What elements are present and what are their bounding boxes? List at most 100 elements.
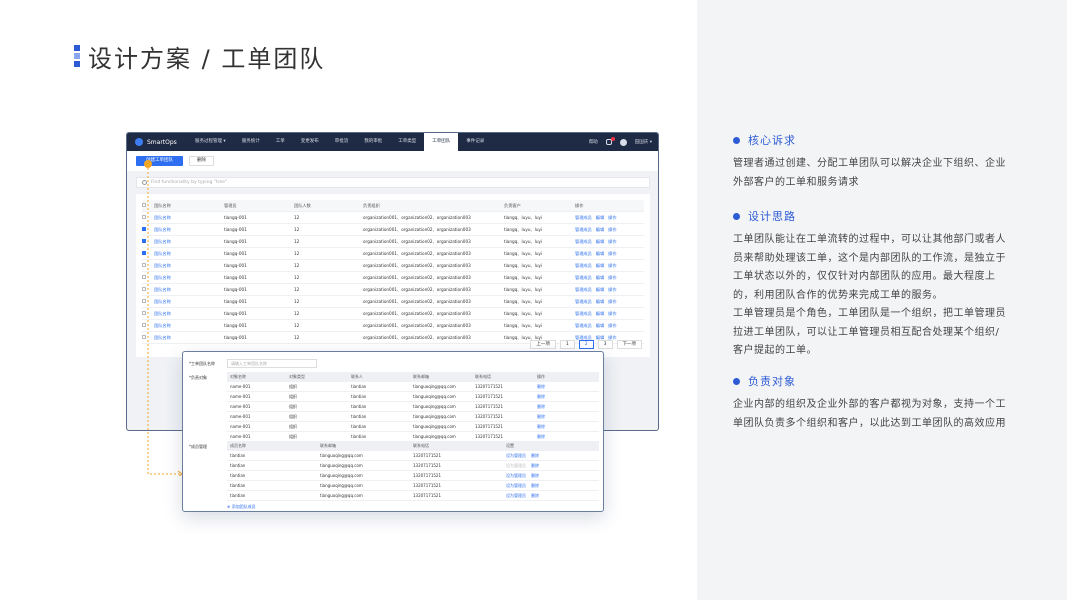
- row-action-link[interactable]: 操作: [608, 287, 616, 292]
- object-cell: name-001: [230, 394, 251, 399]
- row-action-link[interactable]: 管理成员: [575, 215, 592, 220]
- row-action-link[interactable]: 编辑: [596, 275, 604, 280]
- nav-item[interactable]: 我的审批: [356, 133, 390, 151]
- row-action-link[interactable]: 操作: [608, 335, 616, 340]
- team-detail-panel: *工单团队名称 请输入工单团队名称 *负责对象 对象名称 对象类型 联系人 联系邮箱联…: [182, 351, 604, 512]
- count-cell: 12: [294, 275, 300, 280]
- delete-link[interactable]: 删除: [537, 384, 599, 390]
- admin-cell: tiangq-001: [224, 263, 247, 268]
- orgs-cell: organization001、organization02、organizat…: [363, 334, 471, 340]
- row-action-link[interactable]: 编辑: [596, 287, 604, 292]
- object-cell: 组织: [289, 403, 297, 409]
- row-action-link[interactable]: 编辑: [596, 239, 604, 244]
- topbar: SmartOps 服务过程管理 ▾ 服务统计 工单 变更发布 审批流 我的审批 工单类型 工单…: [127, 133, 658, 151]
- nav-item[interactable]: 工单团队: [424, 133, 459, 151]
- row-action-link[interactable]: 编辑: [596, 215, 604, 220]
- section-text-line: 拉进工单团队，可以让工单管理员相互配合处理某个组织/: [733, 326, 1000, 338]
- delete-link[interactable]: 删除: [537, 394, 599, 400]
- team-name-input[interactable]: 请输入工单团队名称: [227, 359, 317, 368]
- page-button[interactable]: 下一项: [616, 340, 642, 349]
- help-link[interactable]: 帮助: [589, 139, 598, 145]
- delete-button[interactable]: 删除: [189, 156, 214, 166]
- table-header: 团队名称 管理员 团队人数 负责组织 负责客户 操作: [142, 200, 644, 212]
- row-action-link[interactable]: 操作: [608, 215, 616, 220]
- count-cell: 12: [294, 239, 300, 244]
- row-action-link[interactable]: 编辑: [596, 263, 604, 268]
- nav-item[interactable]: 工单: [268, 133, 293, 151]
- member-name: tiantian: [230, 483, 246, 488]
- row-action-link[interactable]: 编辑: [596, 335, 604, 340]
- bullet-icon: [733, 212, 740, 220]
- delete-link[interactable]: 删除: [537, 434, 599, 440]
- section-text-line: 企业内部的组织及企业外部的客户都视为对象，支持一个工: [733, 399, 1006, 410]
- col-header: 联系人: [351, 373, 363, 379]
- object-cell: tiantian: [351, 394, 367, 399]
- nav-item[interactable]: 服务统计: [234, 133, 268, 151]
- col-header: 成员名称: [230, 442, 246, 448]
- col-header: 对象名称: [230, 373, 246, 379]
- delete-link[interactable]: 删除: [531, 473, 539, 478]
- row-action-link[interactable]: 操作: [608, 227, 616, 232]
- row-action-link[interactable]: 操作: [608, 239, 616, 244]
- brand-logo[interactable]: SmartOps: [127, 138, 187, 146]
- nav-item[interactable]: 审批流: [327, 133, 357, 151]
- delete-link[interactable]: 删除: [531, 463, 539, 468]
- row-action-link[interactable]: 编辑: [596, 311, 604, 316]
- nav-item[interactable]: 变更发布: [293, 133, 327, 151]
- set-admin-link[interactable]: 设为管理员: [506, 493, 526, 498]
- object-cell: tianguoqing@qq.com: [413, 404, 456, 409]
- page-button[interactable]: 3: [597, 340, 613, 349]
- delete-link[interactable]: 删除: [531, 483, 539, 488]
- delete-link[interactable]: 删除: [537, 414, 599, 420]
- row-action-link[interactable]: 操作: [608, 311, 616, 316]
- row-action-link[interactable]: 编辑: [596, 227, 604, 232]
- object-cell: tianguoqing@qq.com: [413, 434, 456, 439]
- row-action-link[interactable]: 管理成员: [575, 299, 592, 304]
- customers-cell: tiangq、luyu、luyi: [504, 298, 543, 304]
- bell-icon[interactable]: [605, 137, 615, 145]
- row-action-link[interactable]: 编辑: [596, 323, 604, 328]
- nav-item[interactable]: 工单类型: [390, 133, 424, 151]
- row-action-link[interactable]: 管理成员: [575, 239, 592, 244]
- add-member-link[interactable]: ⊕ 添加团队成员: [227, 504, 599, 510]
- row-action-link[interactable]: 管理成员: [575, 311, 592, 316]
- row-action-link[interactable]: 操作: [608, 263, 616, 268]
- nav-item[interactable]: 事件记录: [458, 133, 492, 151]
- page-button[interactable]: 1: [559, 340, 575, 349]
- row-action-link[interactable]: 管理成员: [575, 323, 592, 328]
- row-action-link[interactable]: 编辑: [596, 251, 604, 256]
- set-admin-link[interactable]: 设为管理员: [506, 453, 526, 458]
- set-admin-link[interactable]: 设为管理员: [506, 483, 526, 488]
- row-action-link[interactable]: 操作: [608, 275, 616, 280]
- orgs-cell: organization001、organization02、organizat…: [363, 298, 471, 304]
- object-row: name-001 组织 tiantian tianguoqing@qq.com 1320…: [227, 422, 599, 432]
- row-action-link[interactable]: 管理成员: [575, 335, 592, 340]
- set-admin-link[interactable]: 设为管理员: [506, 463, 526, 468]
- row-action-link[interactable]: 管理成员: [575, 287, 592, 292]
- search-input[interactable]: Find functionality by typing "tree": [136, 177, 650, 188]
- delete-link[interactable]: 删除: [537, 424, 599, 430]
- delete-link[interactable]: 删除: [537, 404, 599, 410]
- orgs-cell: organization001、organization02、organizat…: [363, 310, 471, 316]
- members-table: 成员名称 联系邮箱 联系电话 设置 tiantian tianguoqing@qq.co…: [227, 441, 599, 510]
- row-action-link[interactable]: 管理成员: [575, 227, 592, 232]
- row-action-link[interactable]: 编辑: [596, 299, 604, 304]
- delete-link[interactable]: 删除: [531, 453, 539, 458]
- row-action-link[interactable]: 操作: [608, 251, 616, 256]
- user-menu[interactable]: 田国庆 ▾: [635, 139, 652, 145]
- row-action-link[interactable]: 操作: [608, 299, 616, 304]
- row-action-link[interactable]: 管理成员: [575, 251, 592, 256]
- row-action-link[interactable]: 管理成员: [575, 263, 592, 268]
- member-phone: 13207171521: [413, 483, 441, 488]
- customers-cell: tiangq、luyu、luyi: [504, 226, 543, 232]
- team-table: 团队名称 管理员 团队人数 负责组织 负责客户 操作 团队名称 tiangq-00…: [136, 194, 650, 357]
- admin-cell: tiangq-001: [224, 311, 247, 316]
- row-action-link[interactable]: 管理成员: [575, 275, 592, 280]
- page-button[interactable]: 上一项: [530, 340, 556, 349]
- delete-link[interactable]: 删除: [531, 493, 539, 498]
- row-action-link[interactable]: 操作: [608, 323, 616, 328]
- set-admin-link[interactable]: 设为管理员: [506, 473, 526, 478]
- nav-item[interactable]: 服务过程管理 ▾: [187, 133, 234, 151]
- avatar[interactable]: [619, 138, 627, 146]
- page-button[interactable]: 2: [578, 340, 594, 349]
